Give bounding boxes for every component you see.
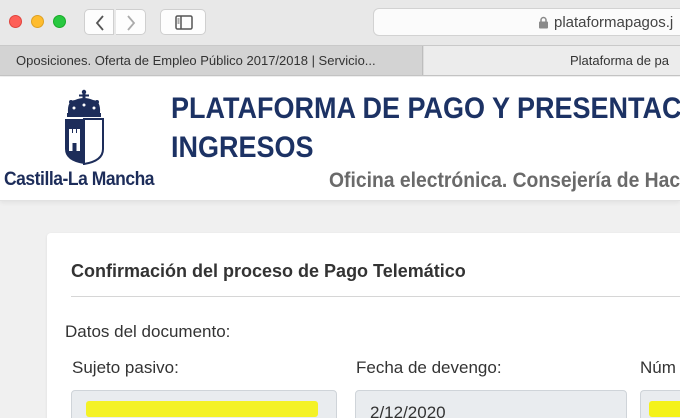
page-title-line2: INGRESOS — [171, 131, 314, 164]
page-title-line1: PLATAFORMA DE PAGO Y PRESENTAC — [171, 92, 680, 125]
back-button[interactable] — [84, 9, 114, 35]
card-divider — [71, 296, 680, 297]
page-subtitle: Oficina electrónica. Consejería de Hac — [329, 169, 680, 192]
sidebar-icon — [175, 15, 193, 30]
tab-oposiciones[interactable]: Oposiciones. Oferta de Empleo Público 20… — [0, 46, 423, 75]
tab-bar: Oposiciones. Oferta de Empleo Público 20… — [0, 46, 680, 76]
page-header: Castilla-La Mancha PLATAFORMA DE PAGO Y … — [0, 77, 680, 201]
chevron-right-icon — [127, 15, 136, 31]
tab-plataforma[interactable]: Plataforma de pa — [424, 46, 680, 75]
browser-toolbar: plataformapagos.j — [0, 0, 680, 46]
chevron-left-icon — [95, 15, 104, 31]
field-label-numero: Núm — [640, 358, 676, 377]
field-label-sujeto-pasivo: Sujeto pasivo: — [72, 358, 179, 377]
address-bar[interactable]: plataformapagos.j — [373, 8, 680, 36]
numero-field — [640, 390, 680, 418]
redaction-mark-2 — [649, 401, 680, 417]
minimize-window-button[interactable] — [31, 15, 44, 28]
show-sidebar-button[interactable] — [160, 9, 206, 35]
sujeto-pasivo-field — [71, 390, 337, 418]
address-url: plataformapagos.j — [554, 14, 674, 31]
brand-logo-text: Castilla-La Mancha — [4, 169, 155, 190]
field-label-fecha-devengo: Fecha de devengo: — [356, 358, 502, 377]
page-title: PLATAFORMA DE PAGO Y PRESENTAC INGRESOS — [171, 89, 680, 167]
card-title: Confirmación del proceso de Pago Telemát… — [71, 261, 466, 281]
fecha-devengo-field: 2/12/2020 — [355, 390, 627, 418]
fecha-devengo-value: 2/12/2020 — [370, 403, 446, 418]
forward-button[interactable] — [116, 9, 146, 35]
lock-icon — [539, 16, 548, 29]
zoom-window-button[interactable] — [53, 15, 66, 28]
section-label-document-data: Datos del documento: — [65, 322, 231, 341]
redaction-mark — [86, 401, 318, 417]
castilla-la-mancha-crest-icon — [65, 89, 104, 165]
close-window-button[interactable] — [9, 15, 22, 28]
